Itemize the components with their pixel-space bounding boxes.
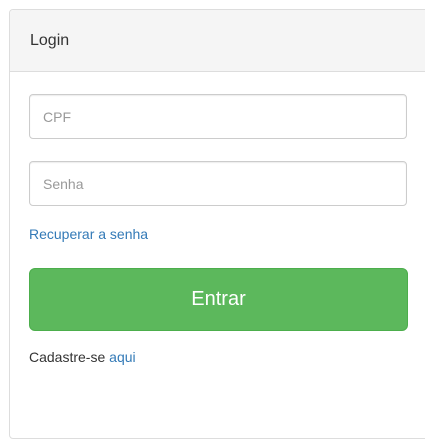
login-panel: Login Recuperar a senha Entrar Cadastre-…: [9, 9, 425, 439]
recover-password-link[interactable]: Recuperar a senha: [29, 226, 148, 242]
signup-link[interactable]: aqui: [109, 349, 135, 365]
cpf-input[interactable]: [29, 94, 407, 139]
login-button[interactable]: Entrar: [29, 268, 408, 331]
panel-heading: Login: [10, 10, 425, 72]
signup-row: Cadastre-se aqui: [29, 349, 136, 365]
signup-text: Cadastre-se: [29, 349, 106, 365]
password-input[interactable]: [29, 161, 407, 206]
panel-title: Login: [30, 32, 70, 49]
